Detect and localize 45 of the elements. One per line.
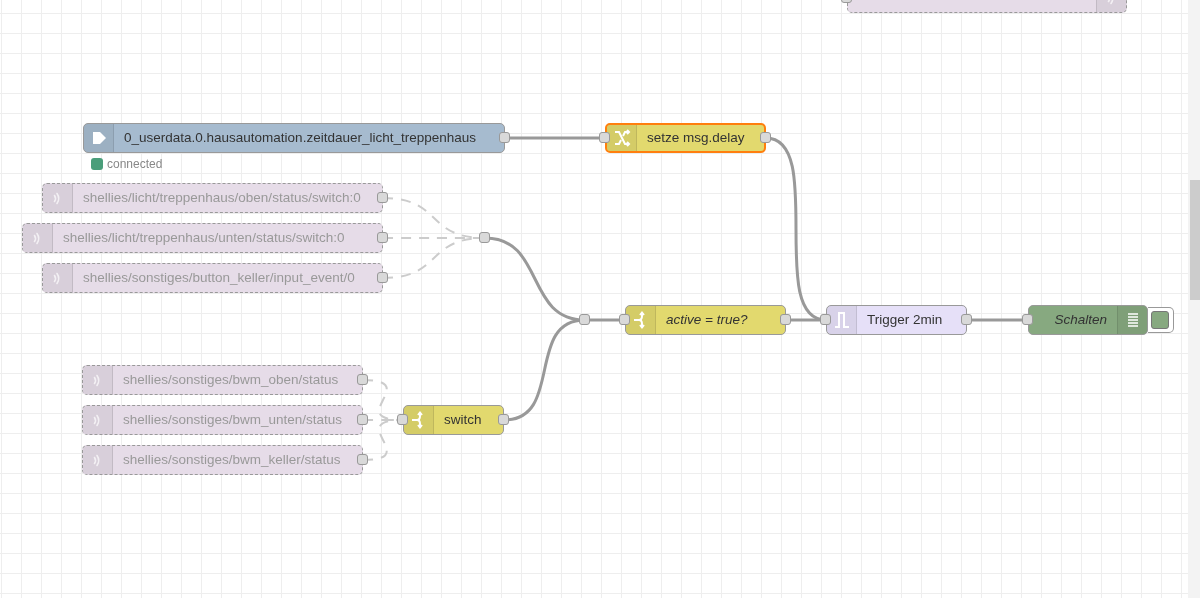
port-handle[interactable]	[619, 314, 630, 325]
scrollbar-thumb[interactable]	[1190, 180, 1200, 300]
port-handle[interactable]	[357, 374, 368, 385]
status-text: connected	[107, 156, 163, 173]
toggle-button[interactable]	[1148, 307, 1174, 333]
node-label: switch	[443, 410, 483, 429]
node-label: shellies/licht/treppenhaus/oben/status/switch:0	[82, 188, 362, 207]
node-label: Schalten	[1053, 310, 1108, 329]
port-handle[interactable]	[498, 414, 509, 425]
port-handle[interactable]	[357, 414, 368, 425]
radio-waves-icon	[53, 191, 62, 205]
node-label: shellies/sonstiges/bwm_unten/status	[122, 410, 344, 429]
port-handle[interactable]	[377, 192, 388, 203]
radio-waves-icon	[53, 271, 62, 285]
radio-waves-icon	[33, 231, 42, 245]
port-handle[interactable]	[397, 414, 408, 425]
node-label: active = true?	[665, 310, 749, 329]
node-label: Trigger 2min	[866, 310, 944, 329]
port-handle[interactable]	[820, 314, 831, 325]
node-label: shellies/sonstiges/button_keller/input_event/0	[82, 268, 356, 287]
port-handle[interactable]	[377, 232, 388, 243]
junction-node[interactable]	[479, 232, 490, 243]
node-label: setze msg.delay	[646, 128, 746, 147]
port-handle[interactable]	[1022, 314, 1033, 325]
port-handle[interactable]	[357, 454, 368, 465]
flow-node[interactable]: active = true?	[625, 305, 786, 335]
flow-node[interactable]: Trigger 2min	[826, 305, 967, 335]
radio-waves-icon	[93, 453, 102, 467]
flow-node[interactable]: Schalten	[1028, 305, 1148, 335]
flow-node[interactable]: switch	[403, 405, 504, 435]
node-label: 0_userdata.0.hausautomation.zeitdauer_licht_treppenhaus	[123, 128, 477, 147]
junction-node[interactable]	[579, 314, 590, 325]
port-handle[interactable]	[961, 314, 972, 325]
node-label: shellies/sonstiges/bwm_oben/status	[122, 370, 340, 389]
port-handle[interactable]	[780, 314, 791, 325]
port-handle[interactable]	[377, 272, 388, 283]
flow-node[interactable]: setze msg.delay	[605, 123, 766, 153]
radio-waves-icon	[93, 413, 102, 427]
node-label: shellies/licht/treppenhaus/unten/status/switch:0	[62, 228, 346, 247]
port-handle[interactable]	[499, 132, 510, 143]
radio-waves-icon	[93, 373, 102, 387]
port-handle[interactable]	[760, 132, 771, 143]
port-handle[interactable]	[599, 132, 610, 143]
flow-node[interactable]: 0_userdata.0.hausautomation.zeitdauer_licht_treppenhaus	[83, 123, 505, 153]
node-label: shellies/sonstiges/bwm_keller/status	[122, 450, 342, 469]
